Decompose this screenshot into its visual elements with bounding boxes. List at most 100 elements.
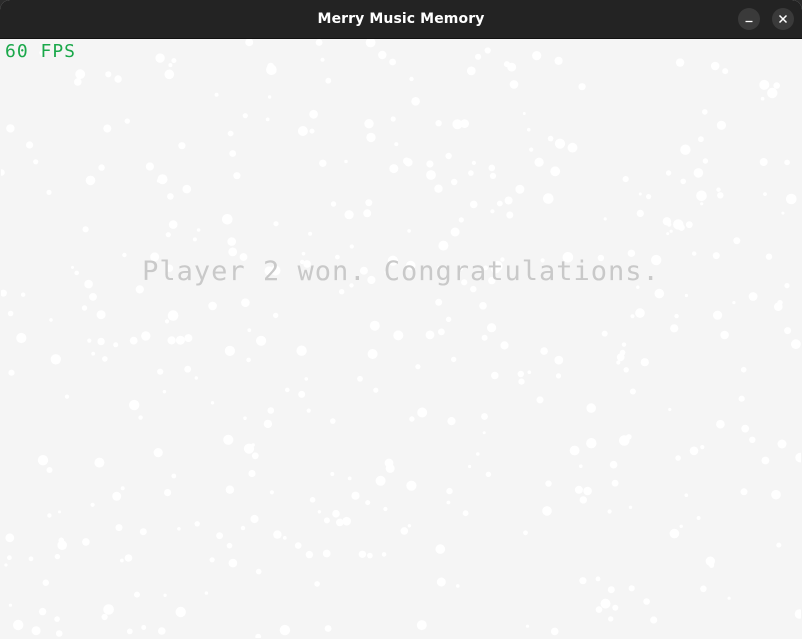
snowflake	[607, 586, 615, 594]
snowflake	[488, 164, 496, 172]
snowflake	[384, 458, 394, 468]
snowflake	[124, 118, 130, 124]
snowflake	[383, 506, 388, 512]
snowflake	[722, 68, 729, 75]
minimize-icon	[745, 20, 753, 23]
snowflake	[223, 434, 234, 445]
snowflake	[6, 124, 15, 133]
snowflake	[141, 331, 151, 341]
snowflake	[518, 378, 525, 385]
snowflake	[194, 376, 198, 380]
snowflake	[700, 445, 705, 450]
snowflake	[26, 141, 34, 149]
snowflake	[579, 464, 583, 469]
snowflake	[101, 613, 108, 621]
snowflake	[759, 158, 768, 166]
snowflake	[251, 452, 259, 460]
snowflake	[525, 624, 530, 628]
snowflake	[668, 407, 672, 412]
snowflake	[527, 127, 531, 132]
snowflake	[273, 221, 279, 227]
snowflake	[451, 178, 458, 186]
close-button[interactable]	[772, 8, 794, 30]
snowflake	[129, 399, 140, 411]
snowflake	[435, 120, 442, 127]
snowflake	[114, 75, 122, 83]
snowflake	[435, 544, 446, 554]
snowflake	[640, 358, 649, 367]
snowflake	[167, 193, 174, 200]
snowflake	[468, 170, 474, 176]
snowflake	[741, 424, 750, 433]
minimize-button[interactable]	[738, 8, 760, 30]
snowflake	[693, 168, 704, 178]
snowflake	[400, 527, 409, 535]
snowflake	[586, 438, 597, 449]
snowflake	[229, 150, 237, 157]
snowflake	[491, 371, 499, 380]
snowflake	[138, 415, 143, 420]
snowflake	[794, 609, 801, 619]
snowflake	[38, 607, 47, 616]
snowflake	[365, 199, 373, 207]
snowflake	[727, 596, 731, 600]
game-canvas[interactable]: 60 FPS Player 2 won. Congratulations.	[1, 39, 801, 638]
snowflake	[595, 576, 601, 582]
snowflake	[761, 456, 770, 465]
snowflake	[574, 485, 583, 494]
snowflake	[635, 308, 645, 318]
snowflake	[462, 510, 469, 517]
snowflake	[436, 577, 446, 587]
snowflake	[509, 80, 519, 89]
snowflake	[246, 357, 251, 363]
snowflake	[776, 542, 782, 548]
snowflake	[304, 377, 309, 381]
snowflake	[155, 53, 165, 63]
snowflake	[446, 487, 453, 495]
snowflake	[684, 293, 689, 298]
snowflake	[245, 39, 254, 47]
snowflake	[339, 289, 345, 295]
snowflake	[255, 568, 262, 575]
snowflake	[366, 132, 376, 143]
snowflake	[425, 330, 435, 340]
snowflake	[82, 538, 90, 546]
snowflake	[567, 142, 578, 153]
snowflake	[554, 138, 566, 149]
snowflake	[28, 556, 34, 562]
snowflake	[646, 194, 652, 200]
snowflake	[91, 351, 96, 356]
snowflake	[616, 353, 625, 362]
snowflake	[163, 593, 167, 597]
snowflake	[446, 500, 451, 505]
snowflake	[662, 217, 672, 226]
snowflake	[317, 510, 322, 514]
snowflake	[204, 591, 209, 595]
snowflake	[759, 79, 770, 90]
snowflake	[209, 557, 215, 563]
snowflake	[226, 542, 233, 549]
snowflake	[363, 209, 372, 218]
snowflake	[255, 633, 262, 638]
title-bar[interactable]: Merry Music Memory	[0, 0, 802, 39]
snowflake	[638, 192, 642, 196]
snowflake	[184, 334, 193, 343]
snowflake	[481, 334, 488, 341]
snowflake	[330, 472, 335, 476]
snowflake	[733, 237, 741, 245]
snowflake	[674, 313, 679, 319]
snowflake	[527, 370, 532, 375]
snowflake	[482, 431, 486, 435]
snowflake	[75, 69, 86, 80]
snowflake	[471, 160, 476, 165]
snowflake	[365, 500, 371, 506]
snowflake	[468, 464, 472, 469]
snowflake	[113, 342, 119, 348]
snowflake	[358, 550, 367, 558]
snowflake	[74, 78, 82, 86]
close-icon	[778, 14, 788, 24]
snowflake	[532, 51, 542, 61]
snowflake	[684, 493, 689, 498]
snowflake	[438, 328, 445, 336]
snowflake	[208, 301, 217, 311]
